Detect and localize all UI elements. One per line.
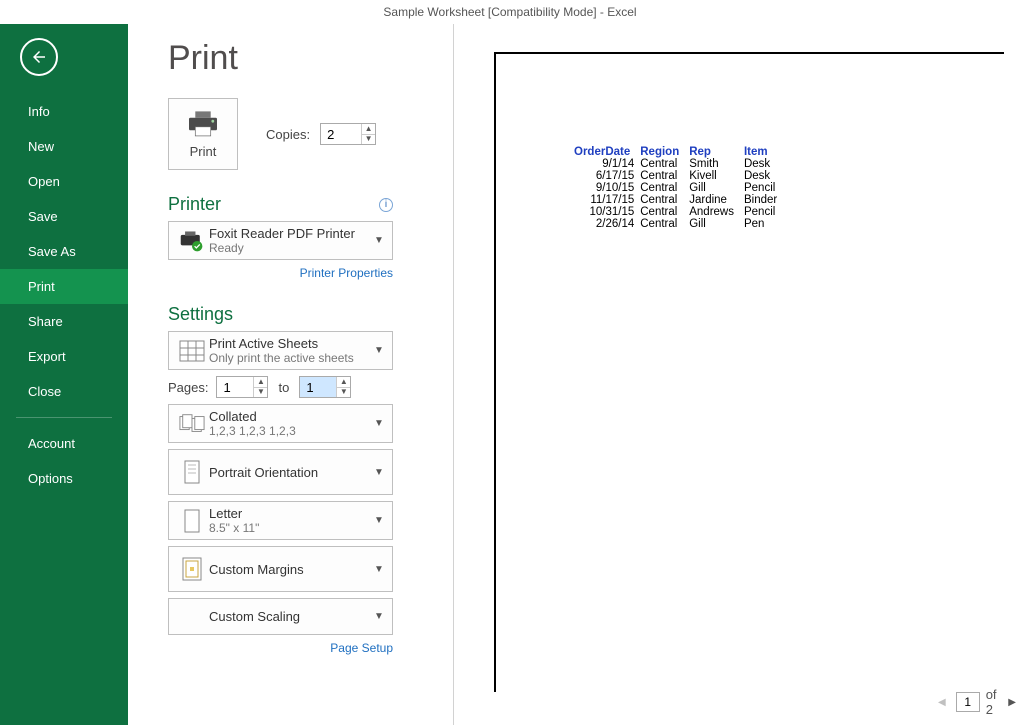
info-icon[interactable]: i <box>379 198 393 212</box>
margins-selector[interactable]: Custom Margins ▼ <box>168 546 393 592</box>
sidebar-item-close[interactable]: Close <box>0 374 128 409</box>
orientation-selector[interactable]: Portrait Orientation ▼ <box>168 449 393 495</box>
sidebar-item-print[interactable]: Print <box>0 269 128 304</box>
printer-properties-link[interactable]: Printer Properties <box>168 266 393 280</box>
chevron-down-icon: ▼ <box>372 564 386 575</box>
table-row: 10/31/15CentralAndrewsPencil <box>574 206 787 218</box>
chevron-down-icon: ▼ <box>372 418 386 429</box>
print-button-label: Print <box>190 144 217 159</box>
page-of-label: of 2 <box>986 687 999 717</box>
pages-label: Pages: <box>168 380 208 395</box>
chevron-down-icon: ▼ <box>372 467 386 478</box>
table-row: 6/17/15CentralKivellDesk <box>574 170 787 182</box>
collation-sub: 1,2,3 1,2,3 1,2,3 <box>209 424 372 438</box>
margins-icon <box>179 557 205 581</box>
page-icon <box>179 509 205 533</box>
collation-title: Collated <box>209 409 372 424</box>
portrait-icon <box>179 460 205 484</box>
margins-title: Custom Margins <box>209 562 372 577</box>
printer-selector[interactable]: Foxit Reader PDF Printer Ready ▼ <box>168 221 393 260</box>
page-setup-link[interactable]: Page Setup <box>168 641 393 655</box>
sidebar-divider <box>16 417 112 418</box>
next-page-button[interactable]: ▶ <box>1004 695 1020 710</box>
back-button[interactable] <box>20 38 58 76</box>
settings-heading: Settings <box>168 304 233 325</box>
page-title: Print <box>168 39 448 78</box>
table-row: 9/1/14CentralSmithDesk <box>574 158 787 170</box>
sheets-icon <box>179 339 205 363</box>
pages-to-input[interactable] <box>300 377 336 397</box>
table-header: Rep <box>689 146 744 158</box>
print-what-title: Print Active Sheets <box>209 336 372 351</box>
table-row: 9/10/15CentralGillPencil <box>574 182 787 194</box>
paper-sub: 8.5" x 11" <box>209 521 372 535</box>
sidebar-item-new[interactable]: New <box>0 129 128 164</box>
table-header: OrderDate <box>574 146 640 158</box>
pages-to-label: to <box>278 380 289 395</box>
pages-to-down[interactable]: ▼ <box>337 388 350 398</box>
sidebar-item-options[interactable]: Options <box>0 461 128 496</box>
preview-table: OrderDate Region Rep Item 9/1/14CentralS… <box>574 146 787 230</box>
sidebar-item-export[interactable]: Export <box>0 339 128 374</box>
arrow-left-icon <box>30 48 48 66</box>
printer-ready-icon <box>179 229 205 253</box>
printer-icon <box>186 110 220 138</box>
sidebar-item-info[interactable]: Info <box>0 94 128 129</box>
sidebar-item-save-as[interactable]: Save As <box>0 234 128 269</box>
copies-input[interactable] <box>321 124 361 144</box>
pages-to-up[interactable]: ▲ <box>337 377 350 388</box>
copies-label: Copies: <box>266 127 310 142</box>
copies-up-arrow[interactable]: ▲ <box>362 124 375 135</box>
table-header: Region <box>640 146 689 158</box>
backstage-sidebar: Info New Open Save Save As Print Share E… <box>0 24 128 725</box>
sidebar-item-account[interactable]: Account <box>0 426 128 461</box>
orientation-title: Portrait Orientation <box>209 465 372 480</box>
pages-from-input[interactable] <box>217 377 253 397</box>
print-what-sub: Only print the active sheets <box>209 351 372 365</box>
collation-selector[interactable]: Collated 1,2,3 1,2,3 1,2,3 ▼ <box>168 404 393 443</box>
paper-title: Letter <box>209 506 372 521</box>
pages-from-spinbox[interactable]: ▲▼ <box>216 376 268 398</box>
pages-from-down[interactable]: ▼ <box>254 388 267 398</box>
sidebar-item-open[interactable]: Open <box>0 164 128 199</box>
preview-page-nav: ◀ of 2 ▶ <box>934 687 1020 717</box>
current-page-input[interactable] <box>956 692 980 712</box>
table-header: Item <box>744 146 787 158</box>
scaling-title: Custom Scaling <box>209 609 372 624</box>
printer-status: Ready <box>209 241 372 255</box>
print-button[interactable]: Print <box>168 98 238 170</box>
table-header-row: OrderDate Region Rep Item <box>574 146 787 158</box>
sidebar-item-save[interactable]: Save <box>0 199 128 234</box>
table-row: 2/26/14CentralGillPen <box>574 218 787 230</box>
copies-down-arrow[interactable]: ▼ <box>362 135 375 145</box>
sidebar-item-share[interactable]: Share <box>0 304 128 339</box>
prev-page-button[interactable]: ◀ <box>934 695 950 710</box>
pages-to-spinbox[interactable]: ▲▼ <box>299 376 351 398</box>
pages-from-up[interactable]: ▲ <box>254 377 267 388</box>
chevron-down-icon: ▼ <box>372 515 386 526</box>
scaling-selector[interactable]: Custom Scaling ▼ <box>168 598 393 635</box>
print-preview-page: OrderDate Region Rep Item 9/1/14CentralS… <box>494 52 1004 692</box>
printer-heading: Printer <box>168 194 221 215</box>
chevron-down-icon: ▼ <box>372 345 386 356</box>
chevron-down-icon: ▼ <box>372 611 386 622</box>
chevron-down-icon: ▼ <box>372 235 386 246</box>
window-title: Sample Worksheet [Compatibility Mode] - … <box>0 0 1020 24</box>
print-what-selector[interactable]: Print Active Sheets Only print the activ… <box>168 331 393 370</box>
table-row: 11/17/15CentralJardineBinder <box>574 194 787 206</box>
copies-spinbox[interactable]: ▲▼ <box>320 123 376 145</box>
printer-name: Foxit Reader PDF Printer <box>209 226 372 241</box>
collated-icon <box>179 412 205 436</box>
paper-size-selector[interactable]: Letter 8.5" x 11" ▼ <box>168 501 393 540</box>
